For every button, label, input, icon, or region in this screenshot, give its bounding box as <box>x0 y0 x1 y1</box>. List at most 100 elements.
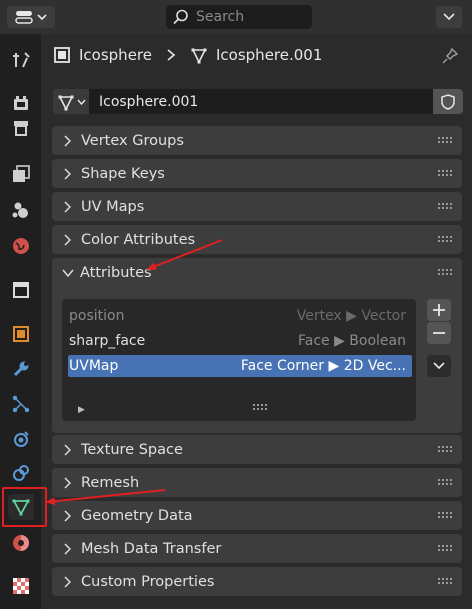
drag-handle-icon[interactable] <box>438 446 454 454</box>
list-item[interactable]: sharp_face Face ▶ Boolean <box>68 330 412 352</box>
attribute-domain-type: Vertex ▶ Vector <box>296 308 406 324</box>
panel-label: Attributes <box>80 264 152 281</box>
tab-physics[interactable] <box>8 426 34 452</box>
chevron-down-icon <box>443 13 455 21</box>
panel-shape-keys[interactable]: Shape Keys <box>52 159 462 188</box>
drag-handle-icon[interactable] <box>438 236 454 244</box>
attribute-list[interactable]: position Vertex ▶ Vector sharp_face Face… <box>62 299 416 421</box>
tab-texture[interactable] <box>8 573 34 599</box>
list-item-selected[interactable]: UVMap Face Corner ▶ 2D Vec... <box>68 355 412 377</box>
chevron-right-icon <box>64 200 71 213</box>
attribute-domain-type: Face ▶ Boolean <box>297 333 406 349</box>
collection-icon <box>13 282 29 298</box>
chevron-right-icon <box>64 443 71 456</box>
search-icon <box>173 9 188 25</box>
chevron-right-icon <box>64 542 71 555</box>
panel-attributes-header[interactable]: Attributes <box>52 258 462 287</box>
drag-handle-icon[interactable] <box>438 545 454 553</box>
panel-vertex-groups[interactable]: Vertex Groups <box>52 126 462 155</box>
constraints-icon <box>13 465 29 481</box>
panel-attributes: Attributes position Vertex ▶ Vector shar… <box>52 258 462 433</box>
object-icon <box>54 47 70 63</box>
tab-object[interactable] <box>8 321 34 347</box>
chevron-right-icon <box>64 476 71 489</box>
attribute-name: sharp_face <box>69 333 146 349</box>
output-icon <box>14 121 28 136</box>
browse-mesh-button[interactable] <box>53 89 89 114</box>
tab-output[interactable] <box>8 115 34 141</box>
scene-icon <box>12 202 28 218</box>
particles-icon <box>12 395 30 413</box>
panel-label: Custom Properties <box>81 573 215 590</box>
render-icon <box>14 96 28 110</box>
properties-editor-icon <box>15 11 47 24</box>
drag-handle-icon[interactable] <box>438 512 454 520</box>
chevron-right-icon <box>64 575 71 588</box>
tab-collection[interactable] <box>8 277 34 303</box>
mesh-name-field[interactable]: Icosphere.001 <box>89 89 433 114</box>
chevron-down-icon <box>62 269 74 277</box>
attribute-domain-type: Face Corner ▶ 2D Vec... <box>240 358 406 374</box>
panel-label: Geometry Data <box>81 507 193 524</box>
mesh-datablock-selector: Icosphere.001 <box>53 89 463 114</box>
tab-constraints[interactable] <box>8 460 34 486</box>
search-input[interactable]: Search <box>166 5 312 29</box>
panel-uv-maps[interactable]: UV Maps <box>52 192 462 221</box>
view-layer-icon <box>13 165 30 182</box>
wrench-icon <box>13 361 29 377</box>
minus-icon <box>433 332 445 334</box>
drag-handle-icon[interactable] <box>438 269 454 277</box>
panel-label: Mesh Data Transfer <box>81 540 222 557</box>
tab-material[interactable] <box>8 530 34 556</box>
drag-handle-icon[interactable] <box>438 170 454 178</box>
panel-color-attributes[interactable]: Color Attributes <box>52 225 462 254</box>
attribute-name: UVMap <box>69 358 119 374</box>
chevron-down-icon <box>76 99 86 105</box>
tab-modifiers[interactable] <box>8 356 34 382</box>
panel-geometry-data[interactable]: Geometry Data <box>52 501 462 530</box>
panel-label: Remesh <box>81 474 140 491</box>
panel-mesh-data-transfer[interactable]: Mesh Data Transfer <box>52 534 462 563</box>
mesh-data-icon <box>58 95 73 111</box>
editor-type-button[interactable] <box>7 6 55 28</box>
world-icon <box>13 238 29 254</box>
fake-user-button[interactable] <box>433 89 463 114</box>
header-bar: Search <box>0 0 472 34</box>
properties-content: Icosphere Icosphere.001 Icosphere.001 Ve… <box>41 34 472 609</box>
drag-handle-icon[interactable] <box>438 479 454 487</box>
add-attribute-button[interactable] <box>427 299 451 321</box>
panel-remesh[interactable]: Remesh <box>52 468 462 497</box>
drag-handle-icon[interactable] <box>438 137 454 145</box>
plus-icon <box>433 304 445 316</box>
breadcrumb: Icosphere Icosphere.001 <box>53 42 322 68</box>
tool-icon <box>13 52 30 68</box>
panel-custom-properties[interactable]: Custom Properties <box>52 567 462 596</box>
panel-texture-space[interactable]: Texture Space <box>52 435 462 464</box>
breadcrumb-mesh[interactable]: Icosphere.001 <box>216 46 322 64</box>
list-item[interactable]: position Vertex ▶ Vector <box>68 305 412 327</box>
object-icon <box>13 326 29 342</box>
tab-particles[interactable] <box>8 391 34 417</box>
shield-icon <box>441 93 455 110</box>
drag-handle-icon[interactable] <box>438 578 454 586</box>
filter-options-toggle[interactable]: ▶ <box>78 405 85 415</box>
tab-scene[interactable] <box>8 197 34 223</box>
breadcrumb-object[interactable]: Icosphere <box>79 46 152 64</box>
drag-handle-icon[interactable] <box>438 203 454 211</box>
attribute-specials-dropdown[interactable] <box>427 355 451 377</box>
panel-label: Vertex Groups <box>81 132 184 149</box>
tab-view-layer[interactable] <box>8 161 34 187</box>
remove-attribute-button[interactable] <box>427 322 451 344</box>
chevron-right-icon <box>64 134 71 147</box>
pin-icon[interactable] <box>441 47 459 65</box>
tab-world[interactable] <box>8 233 34 259</box>
texture-icon <box>13 578 29 594</box>
tab-render[interactable] <box>8 90 34 116</box>
chevron-right-icon <box>167 49 176 61</box>
mesh-data-icon <box>191 48 207 64</box>
tab-tool[interactable] <box>8 47 34 73</box>
options-dropdown-button[interactable] <box>436 6 462 28</box>
panel-label: Shape Keys <box>81 165 165 182</box>
list-resize-handle-icon[interactable] <box>253 404 267 411</box>
physics-icon <box>14 431 29 447</box>
